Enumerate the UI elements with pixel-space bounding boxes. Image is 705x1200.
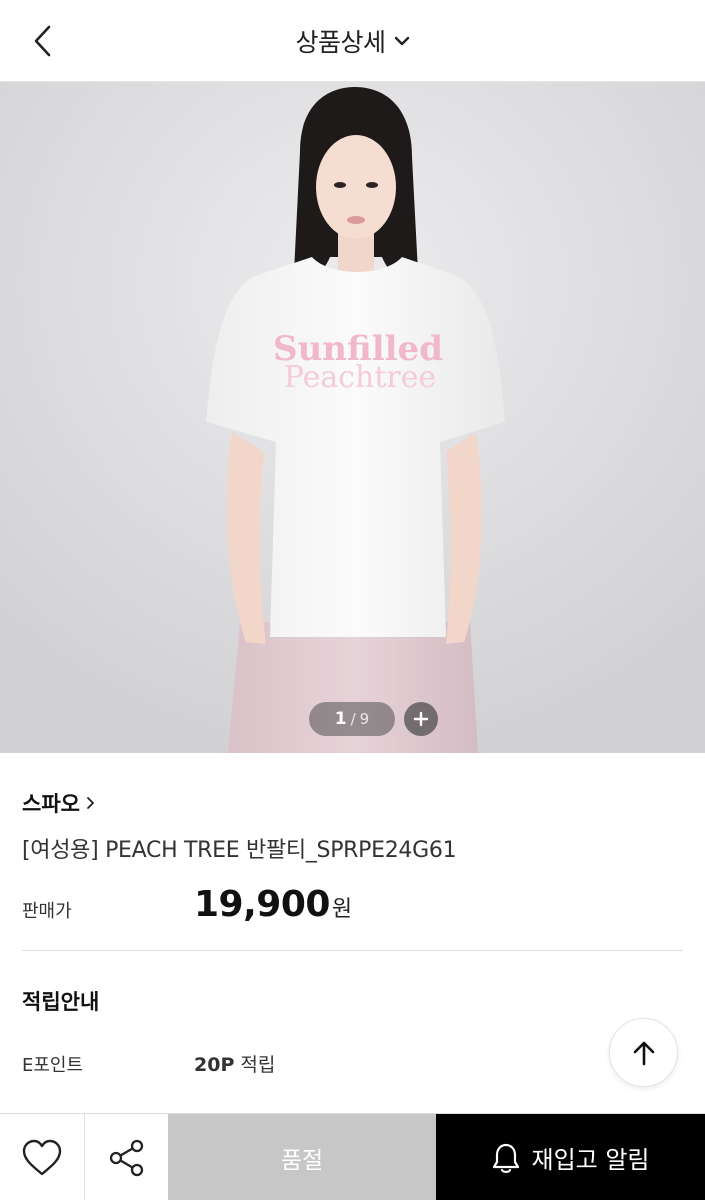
points-label: E포인트 bbox=[22, 1055, 84, 1076]
soldout-button[interactable]: 품절 bbox=[168, 1114, 436, 1200]
scroll-top-button[interactable] bbox=[609, 1018, 678, 1087]
plus-icon bbox=[413, 711, 429, 727]
image-counter: 1 / 9 bbox=[309, 702, 395, 736]
image-counter-current: 1 bbox=[334, 709, 347, 729]
product-image[interactable]: Sunfilled Peachtree bbox=[0, 82, 705, 753]
share-icon bbox=[109, 1139, 143, 1176]
restock-alert-button[interactable]: 재입고 알림 bbox=[436, 1114, 705, 1200]
price-unit: 원 bbox=[331, 897, 353, 922]
divider bbox=[22, 950, 683, 951]
arrow-up-icon bbox=[633, 1041, 654, 1065]
bell-icon bbox=[493, 1143, 520, 1173]
chevron-right-icon bbox=[87, 797, 94, 809]
brand-link[interactable]: 스파오 bbox=[22, 788, 96, 818]
zoom-button[interactable] bbox=[404, 702, 438, 736]
share-button[interactable] bbox=[85, 1114, 168, 1200]
model-photo: Sunfilled Peachtree bbox=[0, 82, 705, 753]
restock-label: 재입고 알림 bbox=[531, 1146, 650, 1174]
image-counter-separator: / bbox=[350, 710, 356, 728]
points-value: 20P 적립 bbox=[194, 1050, 275, 1077]
price-label: 판매가 bbox=[22, 901, 72, 922]
title-dropdown[interactable]: 상품상세 bbox=[0, 0, 705, 82]
points-amount: 20P bbox=[194, 1054, 235, 1076]
price: 19,900 원 bbox=[194, 884, 352, 925]
brand-name: 스파오 bbox=[22, 792, 80, 816]
shirt-print-line2: Peachtree bbox=[284, 360, 437, 395]
wishlist-button[interactable] bbox=[0, 1114, 85, 1200]
product-name: [여성용] PEACH TREE 반팔티_SPRPE24G61 bbox=[22, 838, 457, 863]
points-section-title: 적립안내 bbox=[22, 990, 100, 1014]
price-value: 19,900 bbox=[194, 884, 330, 925]
chevron-down-icon bbox=[394, 36, 409, 46]
image-counter-total: 9 bbox=[359, 710, 370, 728]
bottom-action-bar: 품절 재입고 알림 bbox=[0, 1113, 705, 1200]
page-title: 상품상세 bbox=[295, 28, 386, 57]
points-suffix: 적립 bbox=[240, 1054, 276, 1076]
soldout-label: 품절 bbox=[280, 1147, 324, 1174]
heart-icon bbox=[22, 1139, 62, 1175]
top-header: 상품상세 bbox=[0, 0, 705, 82]
